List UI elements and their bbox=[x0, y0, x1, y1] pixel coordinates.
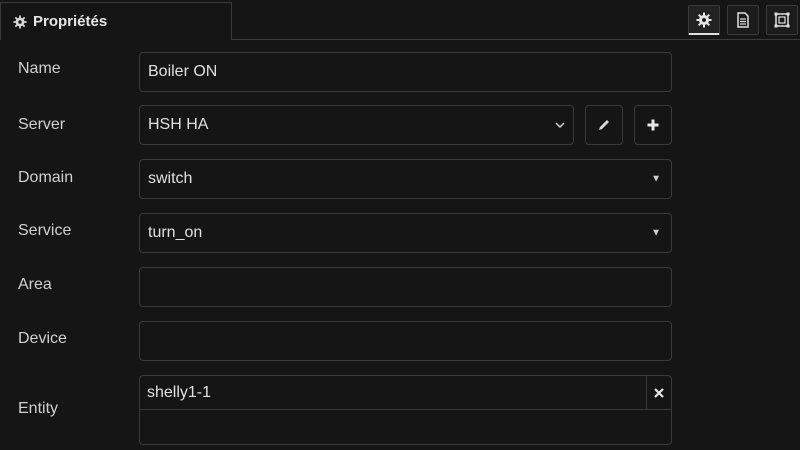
tab-bar: Propriétés bbox=[0, 0, 800, 40]
chevron-down-icon bbox=[555, 122, 565, 129]
add-server-button[interactable] bbox=[634, 105, 672, 145]
close-icon bbox=[654, 388, 664, 398]
document-icon bbox=[737, 12, 749, 28]
device-label: Device bbox=[18, 330, 67, 347]
entity-label: Entity bbox=[18, 400, 59, 417]
frame-icon bbox=[774, 12, 790, 28]
node-appearance-button[interactable] bbox=[766, 5, 798, 35]
gear-icon bbox=[696, 12, 712, 27]
node-properties-button[interactable] bbox=[688, 5, 720, 35]
caret-down-icon: ▼ bbox=[651, 227, 661, 239]
area-input[interactable] bbox=[139, 267, 672, 307]
domain-label: Domain bbox=[18, 169, 74, 186]
caret-down-icon: ▼ bbox=[651, 173, 661, 185]
name-label: Name bbox=[18, 60, 61, 77]
area-label: Area bbox=[18, 276, 52, 293]
name-input[interactable]: Boiler ON bbox=[139, 52, 672, 92]
domain-select[interactable]: switch ▼ bbox=[139, 159, 672, 199]
server-label: Server bbox=[18, 116, 66, 133]
domain-value: switch bbox=[148, 170, 193, 187]
service-select[interactable]: turn_on ▼ bbox=[139, 213, 672, 253]
entity-input[interactable]: shelly1-1 bbox=[140, 376, 647, 410]
server-value: HSH HA bbox=[148, 116, 209, 133]
tab-properties[interactable]: Propriétés bbox=[0, 2, 232, 40]
edit-server-button[interactable] bbox=[585, 105, 623, 145]
device-input[interactable] bbox=[139, 321, 672, 361]
entity-value: shelly1-1 bbox=[147, 384, 212, 401]
tab-title: Propriétés bbox=[33, 13, 108, 30]
server-select[interactable]: HSH HA bbox=[139, 105, 574, 145]
properties-form: Name Boiler ON Server HSH HA Domain swit… bbox=[0, 40, 800, 450]
gear-icon bbox=[13, 14, 27, 29]
entity-field: shelly1-1 bbox=[139, 375, 672, 445]
plus-icon bbox=[647, 119, 659, 131]
service-value: turn_on bbox=[148, 224, 203, 241]
name-value: Boiler ON bbox=[148, 63, 218, 80]
pencil-icon bbox=[599, 120, 609, 130]
service-label: Service bbox=[18, 222, 72, 239]
entity-clear-button[interactable] bbox=[647, 376, 671, 410]
entity-row: shelly1-1 bbox=[140, 376, 671, 410]
node-description-button[interactable] bbox=[727, 5, 759, 35]
